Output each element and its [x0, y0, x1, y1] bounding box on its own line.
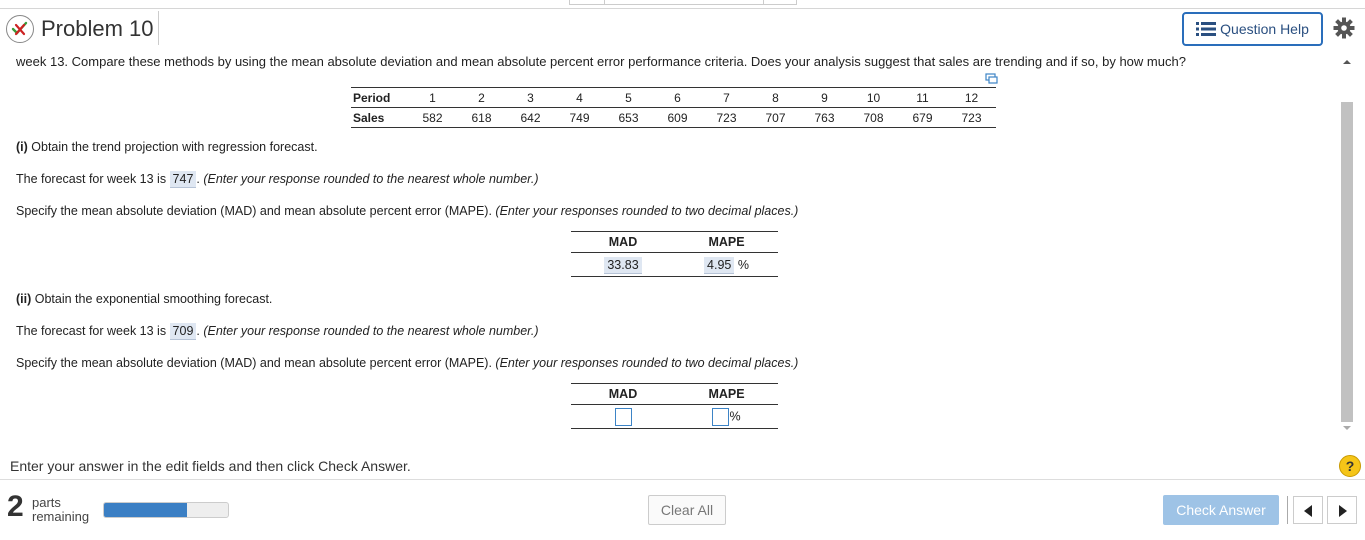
part1-specify-hint: (Enter your responses rounded to two dec…	[495, 204, 799, 218]
period-cell: 2	[457, 87, 506, 108]
previous-button[interactable]	[1293, 496, 1323, 524]
part2-forecast-hint: (Enter your response rounded to the near…	[203, 324, 539, 338]
part2-forecast-prefix: The forecast for week 13 is	[16, 324, 170, 338]
sales-cell: 653	[604, 107, 653, 128]
footer-divider	[0, 479, 1365, 480]
period-cell: 4	[555, 87, 604, 108]
arrow-left-icon	[1304, 505, 1312, 517]
sales-cell: 618	[457, 107, 506, 128]
list-icon	[1196, 22, 1217, 36]
question-text: week 13. Compare these methods by using …	[16, 54, 1186, 69]
period-cell: 8	[751, 87, 800, 108]
sales-cell: 763	[800, 107, 849, 128]
part2-heading: (ii) Obtain the exponential smoothing fo…	[16, 292, 272, 306]
parts-label-line2: remaining	[32, 509, 90, 524]
expand-icon[interactable]	[985, 72, 998, 84]
part2-label: (ii)	[16, 292, 32, 306]
header: Problem 10 Question Help	[0, 9, 1365, 47]
gear-icon[interactable]	[1333, 17, 1355, 39]
period-cell: 3	[506, 87, 555, 108]
part1-forecast-answer[interactable]: 747	[169, 171, 197, 188]
question-help-label: Question Help	[1220, 21, 1309, 37]
percent-sign: %	[737, 257, 749, 272]
period-row: Period 1 2 3 4 5 6 7 8 9 10 11 12	[351, 87, 996, 108]
clear-all-button[interactable]: Clear All	[648, 495, 726, 525]
mape-header: MAPE	[708, 387, 745, 401]
part2-mape-input[interactable]	[712, 407, 730, 426]
part2-forecast-line: The forecast for week 13 is 709. (Enter …	[16, 323, 539, 340]
parts-label-line1: parts	[32, 495, 61, 510]
sales-cell: 723	[947, 107, 996, 128]
title-separator	[158, 11, 159, 45]
period-cell: 10	[849, 87, 898, 108]
part1-forecast-hint: (Enter your response rounded to the near…	[203, 172, 539, 186]
parts-remaining-count: 2	[7, 490, 24, 523]
period-cell: 9	[800, 87, 849, 108]
progress-fill	[104, 503, 188, 517]
part2-specify-hint: (Enter your responses rounded to two dec…	[495, 356, 799, 370]
question-mark-icon[interactable]: ?	[1339, 455, 1361, 477]
part1-forecast-line: The forecast for week 13 is 747. (Enter …	[16, 171, 539, 188]
mad-header: MAD	[608, 235, 638, 249]
part1-label: (i)	[16, 140, 28, 154]
sales-cell: 708	[849, 107, 898, 128]
part2-specify-line: Specify the mean absolute deviation (MAD…	[16, 356, 798, 370]
scroll-up-icon[interactable]	[1343, 60, 1351, 64]
problem-title: Problem 10	[41, 16, 154, 41]
period-cell: 7	[702, 87, 751, 108]
part1-error-table: MAD MAPE 33.83 4.95 %	[571, 231, 778, 277]
part2-mad-input[interactable]	[614, 407, 632, 426]
part1-specify-line: Specify the mean absolute deviation (MAD…	[16, 204, 798, 218]
sales-data-table: Period 1 2 3 4 5 6 7 8 9 10 11 12 Sales …	[351, 87, 996, 128]
period-cell: 1	[408, 87, 457, 108]
period-cell: 6	[653, 87, 702, 108]
period-cell: 11	[898, 87, 947, 108]
period-cell: 5	[604, 87, 653, 108]
part1-heading-text: Obtain the trend projection with regress…	[27, 140, 318, 154]
part1-heading: (i) Obtain the trend projection with reg…	[16, 140, 318, 154]
scroll-down-icon[interactable]	[1343, 426, 1351, 430]
question-content: week 13. Compare these methods by using …	[0, 47, 1340, 440]
sales-row: Sales 582 618 642 749 653 609 723 707 76…	[351, 107, 996, 128]
sales-cell: 749	[555, 107, 604, 128]
parts-remaining-label: parts remaining	[32, 496, 89, 524]
sales-cell: 582	[408, 107, 457, 128]
sales-cell: 679	[898, 107, 947, 128]
part2-specify-text: Specify the mean absolute deviation (MAD…	[16, 356, 496, 370]
question-help-button[interactable]: Question Help	[1182, 12, 1323, 46]
sales-cell: 609	[653, 107, 702, 128]
part1-mad-answer[interactable]: 33.83	[604, 256, 642, 274]
vertical-scrollbar[interactable]	[1340, 54, 1354, 438]
part1-mape-answer[interactable]: 4.95	[704, 256, 735, 274]
part2-heading-text: Obtain the exponential smoothing forecas…	[31, 292, 273, 306]
next-button[interactable]	[1327, 496, 1357, 524]
part1-specify-text: Specify the mean absolute deviation (MAD…	[16, 204, 496, 218]
sales-cell: 642	[506, 107, 555, 128]
nav-separator	[1287, 496, 1288, 524]
part2-error-table: MAD MAPE %	[571, 383, 778, 429]
footer-instruction: Enter your answer in the edit fields and…	[10, 458, 411, 474]
part2-forecast-answer[interactable]: 709	[169, 323, 197, 340]
period-cell: 12	[947, 87, 996, 108]
mape-header: MAPE	[708, 235, 745, 249]
arrow-right-icon	[1339, 505, 1347, 517]
top-tab-strip	[569, 0, 797, 5]
sales-cell: 707	[751, 107, 800, 128]
partial-correct-icon	[6, 15, 34, 43]
period-header: Period	[351, 87, 408, 108]
scrollbar-thumb[interactable]	[1341, 102, 1353, 422]
parts-progress-bar	[103, 502, 229, 518]
mad-header: MAD	[608, 387, 638, 401]
sales-cell: 723	[702, 107, 751, 128]
check-answer-button[interactable]: Check Answer	[1163, 495, 1279, 525]
part1-forecast-prefix: The forecast for week 13 is	[16, 172, 170, 186]
percent-sign: %	[729, 408, 741, 423]
sales-header: Sales	[351, 107, 408, 128]
